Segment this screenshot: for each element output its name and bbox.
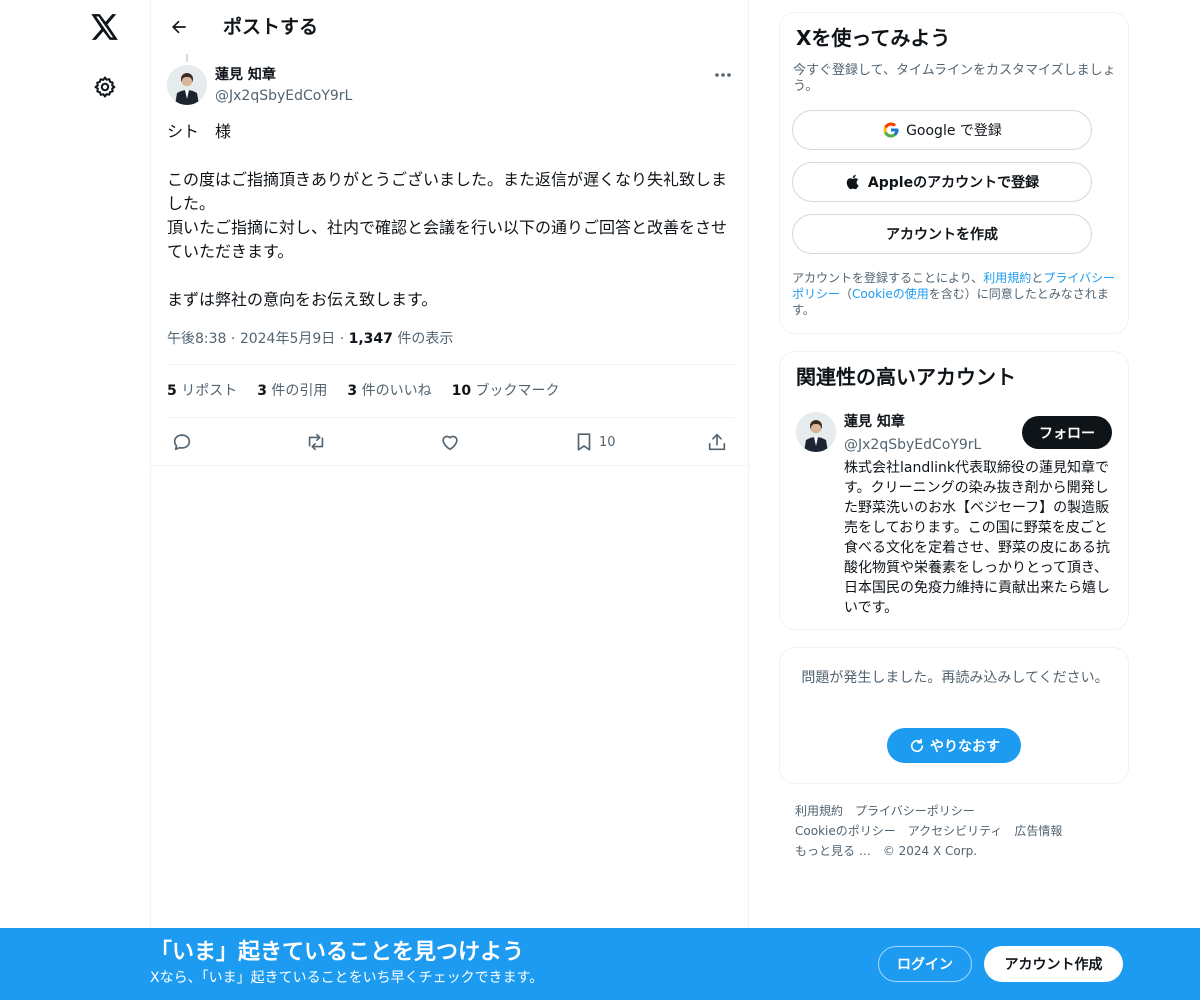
author-name[interactable]: 蓮見 知章 bbox=[215, 66, 276, 84]
footer-link-terms[interactable]: 利用規約 bbox=[795, 801, 843, 821]
terms-and: と bbox=[1031, 271, 1044, 285]
main-column: ポストする 蓮見 知章 @Jx2qSbyEdCoY9rL シト 様 この度はご指… bbox=[150, 0, 750, 928]
related-bio: 株式会社landlink代表取締役の蓮見知章です。クリーニングの染み抜き剤から開… bbox=[844, 460, 1110, 616]
bookmark-icon bbox=[577, 433, 591, 451]
post-meta: 午後8:38 · 2024年5月9日 · 1,347 件の表示 bbox=[167, 329, 453, 349]
related-handle: @Jx2qSbyEdCoY9rL bbox=[844, 437, 982, 453]
related-name[interactable]: 蓮見 知章 bbox=[844, 413, 905, 431]
refresh-icon bbox=[908, 737, 926, 755]
footer-link-more[interactable]: もっと見る … bbox=[795, 841, 871, 861]
post-line: 頂いたご指摘に対し、社内で確認と会議を行い以下の通りご回答と改善をさせていただき… bbox=[167, 218, 728, 261]
reposts-stat[interactable]: 5 リポスト bbox=[167, 381, 237, 401]
views-count: 1,347 bbox=[348, 331, 393, 347]
repost-button[interactable] bbox=[304, 428, 328, 456]
gear-icon[interactable] bbox=[90, 72, 120, 102]
avatar[interactable] bbox=[167, 65, 207, 105]
bookmarks-count: 10 bbox=[451, 383, 472, 399]
footer-links: 利用規約 プライバシーポリシー Cookieのポリシー アクセシビリティ 広告情… bbox=[795, 801, 1125, 861]
avatar[interactable] bbox=[796, 412, 836, 452]
terms-prefix: アカウントを登録することにより、 bbox=[792, 271, 984, 285]
repost-icon bbox=[308, 433, 324, 451]
meta-separator: · bbox=[230, 331, 240, 347]
post-text: シト 様 この度はご指摘頂きありがとうございました。また返信が遅くなり失礼致しま… bbox=[167, 120, 735, 312]
author-handle[interactable]: @Jx2qSbyEdCoY9rL bbox=[215, 87, 352, 105]
more-button[interactable] bbox=[707, 64, 739, 86]
signup-card: Xを使ってみよう 今すぐ登録して、タイムラインをカスタマイズしましょう。 Goo… bbox=[779, 12, 1129, 334]
likes-label: 件のいいね bbox=[361, 383, 432, 399]
bookmarks-label: ブックマーク bbox=[475, 383, 560, 399]
more-icon bbox=[715, 73, 731, 77]
terms-text: アカウントを登録することにより、利用規約とプライバシーポリシー（Cookieの使… bbox=[792, 270, 1118, 318]
create-account-label: アカウントを作成 bbox=[886, 227, 998, 243]
footer-link-privacy[interactable]: プライバシーポリシー bbox=[855, 801, 975, 821]
login-button[interactable]: ログイン bbox=[878, 946, 972, 982]
retry-label: やりなおす bbox=[930, 738, 1000, 755]
post-stats: 5 リポスト 3 件の引用 3 件のいいね 10 ブックマーク bbox=[167, 381, 560, 401]
quotes-label: 件の引用 bbox=[271, 383, 328, 399]
share-icon bbox=[708, 433, 726, 451]
bookmark-button[interactable]: 10 bbox=[573, 428, 616, 456]
quotes-count: 3 bbox=[257, 383, 267, 399]
google-icon bbox=[882, 121, 900, 139]
apple-signup-button[interactable]: Appleのアカウントで登録 bbox=[792, 162, 1092, 202]
post-line bbox=[167, 264, 735, 288]
thread-line bbox=[186, 54, 188, 62]
google-signup-button[interactable]: Google で登録 bbox=[792, 110, 1092, 150]
apple-signup-label: Appleのアカウントで登録 bbox=[867, 175, 1040, 191]
meta-separator: · bbox=[339, 331, 349, 347]
divider bbox=[167, 417, 735, 418]
left-nav bbox=[0, 0, 150, 1000]
page-header: ポストする bbox=[151, 0, 750, 54]
apple-icon bbox=[845, 173, 862, 191]
banner-title: 「いま」起きていることを見つけよう bbox=[150, 940, 525, 965]
quotes-stat[interactable]: 3 件の引用 bbox=[257, 381, 327, 401]
post-line bbox=[167, 144, 735, 168]
divider bbox=[167, 364, 735, 365]
post-line: まずは弊社の意向をお伝え致します。 bbox=[167, 290, 438, 309]
back-arrow-icon bbox=[172, 20, 186, 34]
error-card: 問題が発生しました。再読み込みしてください。 やりなおす bbox=[779, 647, 1129, 784]
x-logo-icon[interactable] bbox=[90, 12, 120, 42]
post-actions: 10 bbox=[167, 428, 735, 456]
like-icon bbox=[442, 435, 458, 451]
reposts-label: リポスト bbox=[181, 383, 238, 399]
bookmarks-stat[interactable]: 10 ブックマーク bbox=[452, 381, 560, 401]
bookmark-count: 10 bbox=[599, 434, 616, 450]
terms-link[interactable]: 利用規約 bbox=[983, 271, 1031, 285]
footer-link-accessibility[interactable]: アクセシビリティ bbox=[908, 821, 1003, 841]
cookie-link[interactable]: Cookieの使用 bbox=[852, 287, 929, 301]
related-title: 関連性の高いアカウント bbox=[796, 365, 1016, 389]
create-account-button[interactable]: アカウントを作成 bbox=[792, 214, 1092, 254]
error-message: 問題が発生しました。再読み込みしてください。 bbox=[801, 670, 1109, 686]
page-title: ポストする bbox=[223, 16, 319, 38]
footer-link-cookie[interactable]: Cookieのポリシー bbox=[795, 821, 896, 841]
footer-copyright: © 2024 X Corp. bbox=[882, 844, 978, 858]
banner-create-account-button[interactable]: アカウント作成 bbox=[984, 946, 1123, 982]
likes-stat[interactable]: 3 件のいいね bbox=[347, 381, 431, 401]
share-button[interactable] bbox=[706, 428, 728, 456]
likes-count: 3 bbox=[347, 383, 358, 399]
signup-subtitle: 今すぐ登録して、タイムラインをカスタマイズしましょう。 bbox=[793, 63, 1116, 94]
divider bbox=[151, 465, 750, 466]
signup-title: Xを使ってみよう bbox=[796, 26, 951, 50]
like-button[interactable] bbox=[439, 428, 461, 456]
post-line: シト 様 bbox=[167, 122, 232, 141]
follow-button[interactable]: フォロー bbox=[1022, 416, 1112, 449]
banner-subtitle: Xなら、「いま」起きていることをいち早くチェックできます。 bbox=[150, 970, 544, 986]
footer-link-ads[interactable]: 広告情報 bbox=[1014, 821, 1062, 841]
views-label: 件の表示 bbox=[397, 331, 454, 347]
google-signup-label: Google で登録 bbox=[906, 123, 1002, 139]
terms-paren: （ bbox=[840, 287, 853, 301]
retry-button[interactable]: やりなおす bbox=[887, 728, 1021, 763]
post-time[interactable]: 午後8:38 bbox=[167, 331, 226, 347]
reposts-count: 5 bbox=[167, 383, 177, 399]
back-button[interactable] bbox=[163, 11, 195, 43]
post-line: この度はご指摘頂きありがとうございました。また返信が遅くなり失礼致しました。 bbox=[167, 170, 728, 213]
related-accounts-card: 関連性の高いアカウント 蓮見 知章 @Jx2qSbyEdCoY9rL フォロー … bbox=[779, 351, 1129, 630]
post-date[interactable]: 2024年5月9日 bbox=[240, 331, 335, 347]
signup-banner: 「いま」起きていることを見つけよう Xなら、「いま」起きていることをいち早くチェ… bbox=[0, 928, 1200, 1000]
reply-button[interactable] bbox=[171, 428, 193, 456]
reply-icon bbox=[173, 434, 191, 451]
